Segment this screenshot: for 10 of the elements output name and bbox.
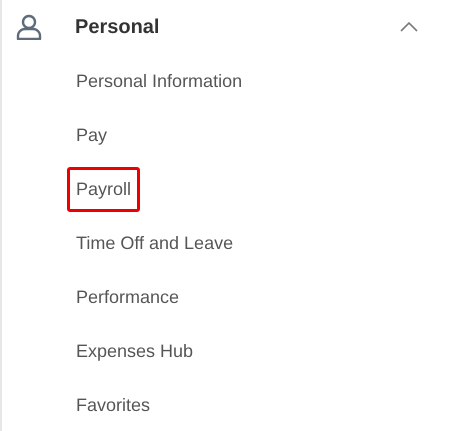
menu-item[interactable]: Expenses Hub xyxy=(67,328,202,374)
menu-item[interactable]: Pay xyxy=(67,112,116,158)
menu-item[interactable]: Personal Information xyxy=(67,58,252,104)
menu-item[interactable]: Favorites xyxy=(67,382,160,428)
chevron-up-icon xyxy=(400,22,418,32)
menu-item[interactable]: Performance xyxy=(67,274,188,320)
person-icon xyxy=(16,14,42,40)
section-title: Personal xyxy=(75,15,160,40)
menu-item[interactable]: Time Off and Leave xyxy=(67,220,242,266)
menu-item[interactable]: Payroll xyxy=(67,166,140,212)
